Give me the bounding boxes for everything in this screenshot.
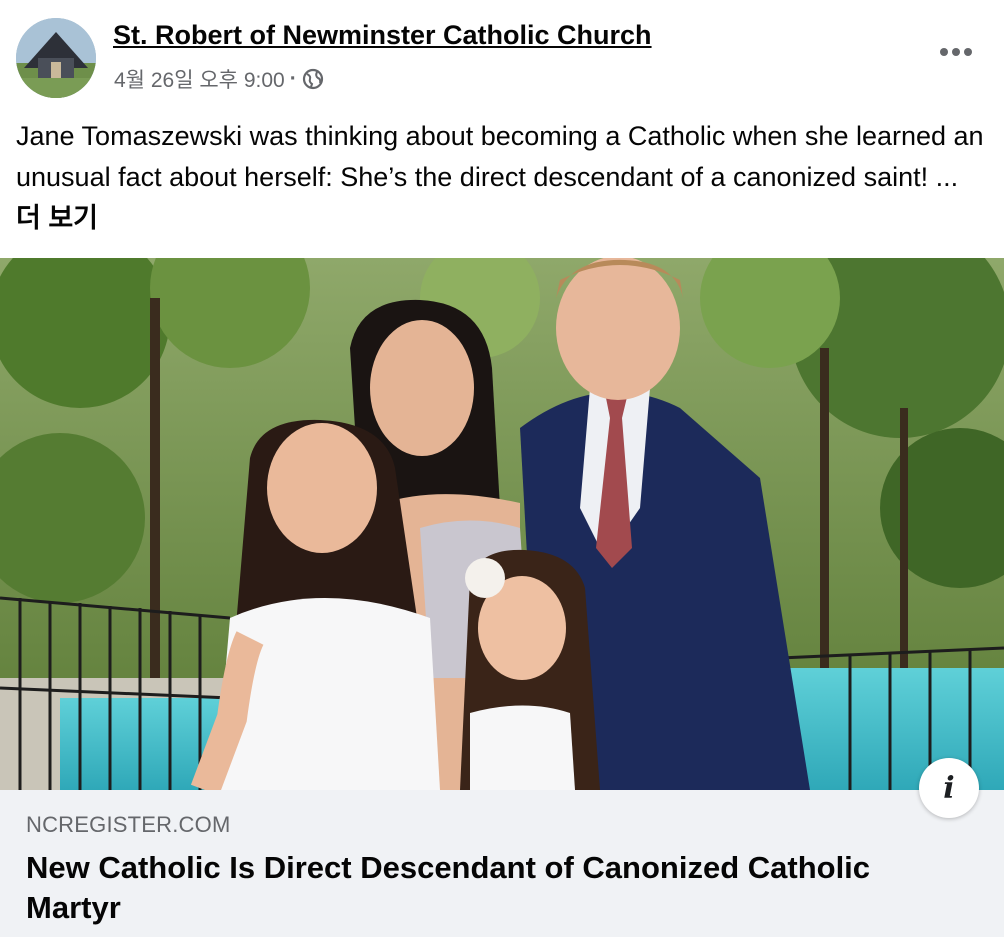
church-photo-thumbnail — [16, 18, 96, 98]
globe-icon[interactable] — [302, 68, 324, 90]
link-title[interactable]: New Catholic Is Direct Descendant of Can… — [26, 848, 966, 928]
link-card[interactable]: NCREGISTER.COM New Catholic Is Direct De… — [0, 790, 1004, 937]
more-dot — [964, 48, 972, 56]
post-timestamp[interactable]: 4월 26일 오후 9:00 — [114, 64, 285, 94]
link-preview-image[interactable] — [0, 258, 1004, 790]
page-name-link[interactable]: St. Robert of Newminster Catholic Church — [113, 20, 652, 51]
more-options-icon[interactable] — [934, 34, 978, 70]
more-dot — [952, 48, 960, 56]
more-dot — [940, 48, 948, 56]
meta-separator: · — [289, 67, 297, 90]
family-photo — [0, 258, 1004, 790]
see-more-link[interactable]: 더 보기 — [16, 203, 98, 233]
post-header: St. Robert of Newminster Catholic Church… — [0, 0, 1004, 110]
post-body: Jane Tomaszewski was thinking about beco… — [16, 116, 986, 239]
post-text: Jane Tomaszewski was thinking about beco… — [16, 121, 984, 192]
info-icon[interactable]: i — [919, 758, 979, 818]
link-domain: NCREGISTER.COM — [26, 812, 231, 837]
post-meta: 4월 26일 오후 9:00 · — [114, 64, 324, 94]
page-avatar[interactable] — [16, 18, 96, 98]
